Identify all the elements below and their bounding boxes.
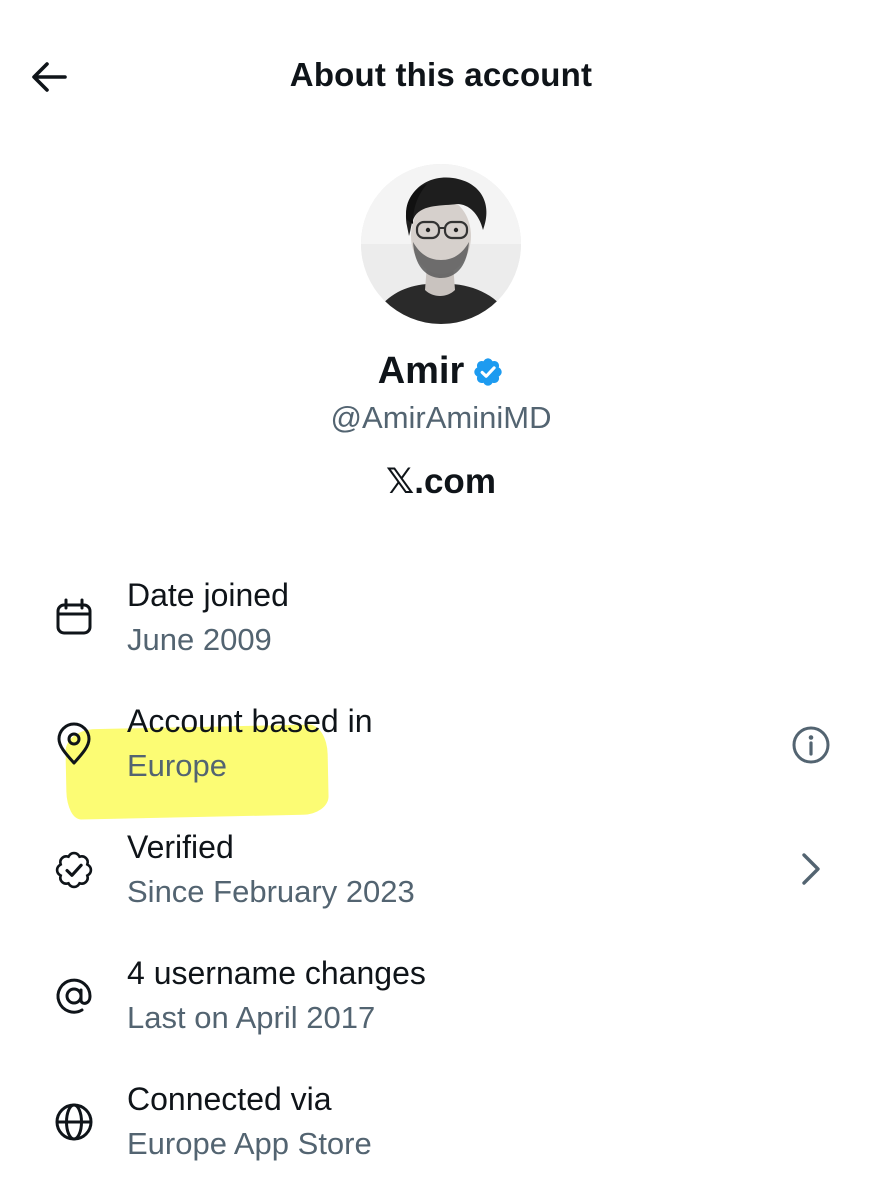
calendar-icon	[52, 596, 96, 640]
info-button[interactable]	[788, 722, 834, 768]
detail-row-account-based-in: Account based in Europe	[0, 698, 882, 808]
info-icon	[790, 724, 832, 766]
detail-label: Connected via	[127, 1081, 332, 1117]
chevron-right-icon[interactable]	[788, 846, 834, 892]
profile-handle: @AmirAminiMD	[330, 400, 552, 435]
page-title: About this account	[289, 56, 593, 93]
globe-icon	[52, 1100, 96, 1144]
detail-value: Since February 2023	[127, 874, 415, 909]
detail-value: Last on April 2017	[127, 1000, 376, 1035]
profile-name: Amir	[377, 350, 465, 392]
detail-row-connected-via: Connected via Europe App Store	[0, 1076, 882, 1186]
at-sign-icon	[52, 974, 96, 1018]
detail-row-date-joined: Date joined June 2009	[0, 572, 882, 682]
detail-row-verified[interactable]: Verified Since February 2023	[0, 824, 882, 934]
detail-label: Account based in	[127, 703, 373, 739]
site-link: 𝕏.com	[386, 462, 496, 501]
detail-value: Europe	[127, 748, 227, 783]
verified-badge-icon[interactable]	[472, 356, 504, 388]
detail-label: 4 username changes	[127, 955, 426, 991]
detail-value: Europe App Store	[127, 1126, 372, 1161]
top-bar: About this account	[0, 0, 882, 150]
detail-label: Date joined	[127, 577, 289, 613]
profile-name-row: Amir	[0, 350, 882, 393]
avatar[interactable]	[361, 164, 521, 324]
detail-value: June 2009	[127, 622, 272, 657]
detail-label: Verified	[127, 829, 234, 865]
verified-badge-outline-icon	[52, 848, 96, 892]
detail-row-username-changes: 4 username changes Last on April 2017	[0, 950, 882, 1060]
location-pin-icon	[52, 722, 96, 766]
